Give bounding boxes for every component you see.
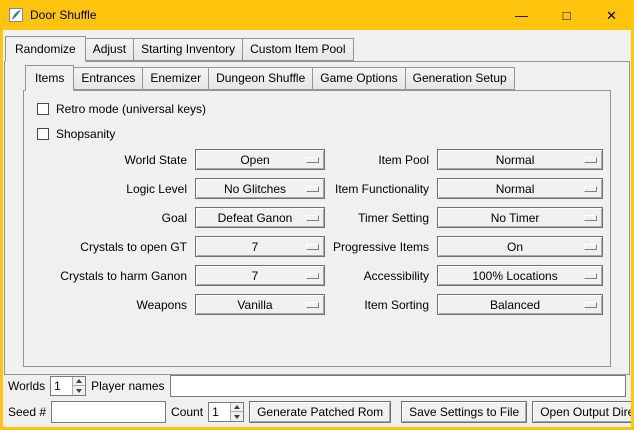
item-pool-label: Item Pool [333, 153, 429, 167]
crystals-open-gt-dropdown[interactable]: 7 [195, 236, 325, 257]
tab-items[interactable]: Items [25, 65, 74, 91]
accessibility-dropdown[interactable]: 100% Locations [437, 265, 603, 286]
minimize-icon[interactable]: — [499, 0, 544, 30]
generate-patched-rom-button[interactable]: Generate Patched Rom [249, 401, 391, 423]
accessibility-label: Accessibility [333, 269, 429, 283]
dropdown-indicator-icon [584, 302, 597, 308]
shopsanity-label[interactable]: Shopsanity [56, 127, 115, 141]
world-state-dropdown[interactable]: Open [195, 149, 325, 170]
progressive-items-value: On [507, 240, 533, 254]
window-controls: — □ ✕ [499, 0, 634, 30]
tab-dungeon-shuffle[interactable]: Dungeon Shuffle [208, 67, 313, 90]
tab-adjust[interactable]: Adjust [85, 38, 134, 61]
tab-custom-item-pool[interactable]: Custom Item Pool [242, 38, 353, 61]
open-output-directory-button[interactable]: Open Output Directory [532, 401, 631, 423]
tab-randomize[interactable]: Randomize [5, 36, 86, 62]
player-names-input[interactable] [170, 375, 627, 397]
sub-tab-bar: Items Entrances Enemizer Dungeon Shuffle… [23, 65, 611, 90]
dropdown-indicator-icon [306, 186, 319, 192]
save-settings-button[interactable]: Save Settings to File [401, 401, 527, 423]
worlds-label: Worlds [8, 379, 45, 393]
client-area: Randomize Adjust Starting Inventory Cust… [3, 30, 631, 427]
count-label: Count [171, 405, 203, 419]
worlds-increment-icon[interactable] [72, 377, 85, 386]
dropdown-indicator-icon [306, 157, 319, 163]
progressive-items-label: Progressive Items [333, 240, 429, 254]
crystals-harm-ganon-dropdown[interactable]: 7 [195, 265, 325, 286]
goal-value: Defeat Ganon [218, 211, 303, 225]
goal-label: Goal [29, 211, 187, 225]
seed-label: Seed # [8, 405, 46, 419]
crystals-open-gt-value: 7 [252, 240, 269, 254]
worlds-spinner [50, 376, 86, 396]
world-state-value: Open [240, 153, 279, 167]
crystals-harm-ganon-value: 7 [252, 269, 269, 283]
item-functionality-label: Item Functionality [333, 182, 429, 196]
timer-setting-label: Timer Setting [333, 211, 429, 225]
shopsanity-checkbox[interactable] [37, 128, 49, 140]
logic-level-dropdown[interactable]: No Glitches [195, 178, 325, 199]
worlds-decrement-icon[interactable] [72, 386, 85, 395]
worlds-input[interactable] [51, 377, 72, 395]
tab-enemizer[interactable]: Enemizer [142, 67, 209, 90]
seed-row: Seed # Count Generate Patched Rom Save S… [8, 401, 626, 423]
titlebar[interactable]: Door Shuffle — □ ✕ [0, 0, 634, 30]
dropdown-indicator-icon [584, 186, 597, 192]
shopsanity-row[interactable]: Shopsanity [37, 124, 605, 144]
count-input[interactable] [209, 403, 230, 421]
progressive-items-dropdown[interactable]: On [437, 236, 603, 257]
dropdown-indicator-icon [584, 273, 597, 279]
item-pool-value: Normal [496, 153, 545, 167]
timer-setting-value: No Timer [491, 211, 550, 225]
items-panel: Retro mode (universal keys) Shopsanity W… [23, 90, 611, 367]
dropdown-indicator-icon [306, 302, 319, 308]
bottom-bar: Worlds Player names Seed # Count [3, 375, 631, 427]
dropdown-indicator-icon [306, 215, 319, 221]
tab-entrances[interactable]: Entrances [73, 67, 143, 90]
timer-setting-dropdown[interactable]: No Timer [437, 207, 603, 228]
accessibility-value: 100% Locations [472, 269, 567, 283]
retro-mode-checkbox[interactable] [37, 103, 49, 115]
randomize-panel: Items Entrances Enemizer Dungeon Shuffle… [4, 61, 630, 375]
world-state-label: World State [29, 153, 187, 167]
crystals-harm-ganon-label: Crystals to harm Ganon [29, 269, 187, 283]
weapons-value: Vanilla [237, 298, 282, 312]
app-icon[interactable] [8, 7, 24, 23]
dropdown-indicator-icon [306, 273, 319, 279]
window-title: Door Shuffle [30, 8, 97, 22]
retro-mode-row[interactable]: Retro mode (universal keys) [37, 99, 605, 119]
count-spinner [208, 402, 244, 422]
logic-level-label: Logic Level [29, 182, 187, 196]
retro-mode-label[interactable]: Retro mode (universal keys) [56, 102, 206, 116]
dropdown-indicator-icon [584, 244, 597, 250]
weapons-label: Weapons [29, 298, 187, 312]
tab-generation-setup[interactable]: Generation Setup [405, 67, 515, 90]
crystals-open-gt-label: Crystals to open GT [29, 240, 187, 254]
count-decrement-icon[interactable] [230, 412, 243, 421]
maximize-icon[interactable]: □ [544, 0, 589, 30]
tab-game-options[interactable]: Game Options [312, 67, 405, 90]
count-increment-icon[interactable] [230, 403, 243, 412]
logic-level-value: No Glitches [224, 182, 296, 196]
item-sorting-value: Balanced [490, 298, 550, 312]
door-shuffle-window: Door Shuffle — □ ✕ Randomize Adjust Star… [0, 0, 634, 430]
item-sorting-label: Item Sorting [333, 298, 429, 312]
weapons-dropdown[interactable]: Vanilla [195, 294, 325, 315]
main-tab-bar: Randomize Adjust Starting Inventory Cust… [3, 36, 631, 61]
dropdown-indicator-icon [306, 244, 319, 250]
seed-input[interactable] [51, 401, 166, 423]
dropdown-indicator-icon [584, 215, 597, 221]
options-grid: World State Open Item Pool Normal Logic … [29, 149, 605, 315]
close-icon[interactable]: ✕ [589, 0, 634, 30]
tab-starting-inventory[interactable]: Starting Inventory [133, 38, 243, 61]
item-functionality-value: Normal [496, 182, 545, 196]
worlds-row: Worlds Player names [8, 375, 626, 397]
player-names-label: Player names [91, 379, 164, 393]
item-functionality-dropdown[interactable]: Normal [437, 178, 603, 199]
dropdown-indicator-icon [584, 157, 597, 163]
item-sorting-dropdown[interactable]: Balanced [437, 294, 603, 315]
goal-dropdown[interactable]: Defeat Ganon [195, 207, 325, 228]
item-pool-dropdown[interactable]: Normal [437, 149, 603, 170]
